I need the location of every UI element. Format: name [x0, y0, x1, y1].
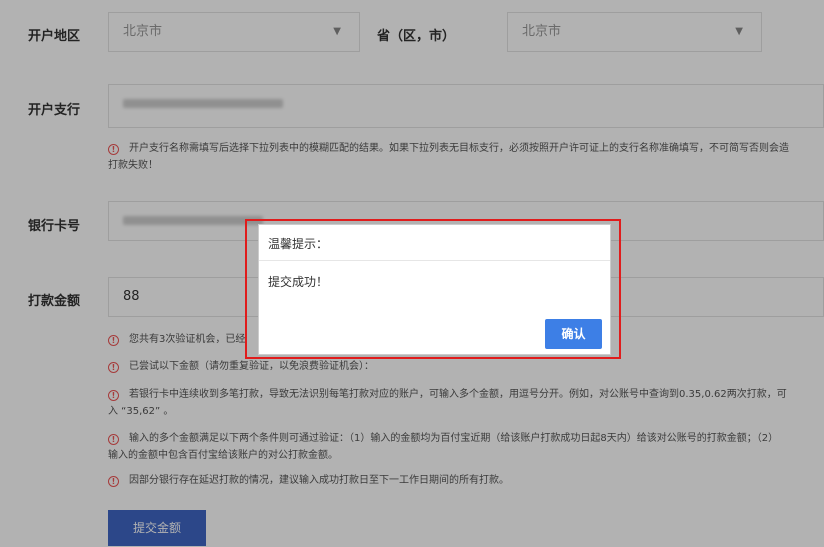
annotation-highlight-box [245, 219, 621, 359]
